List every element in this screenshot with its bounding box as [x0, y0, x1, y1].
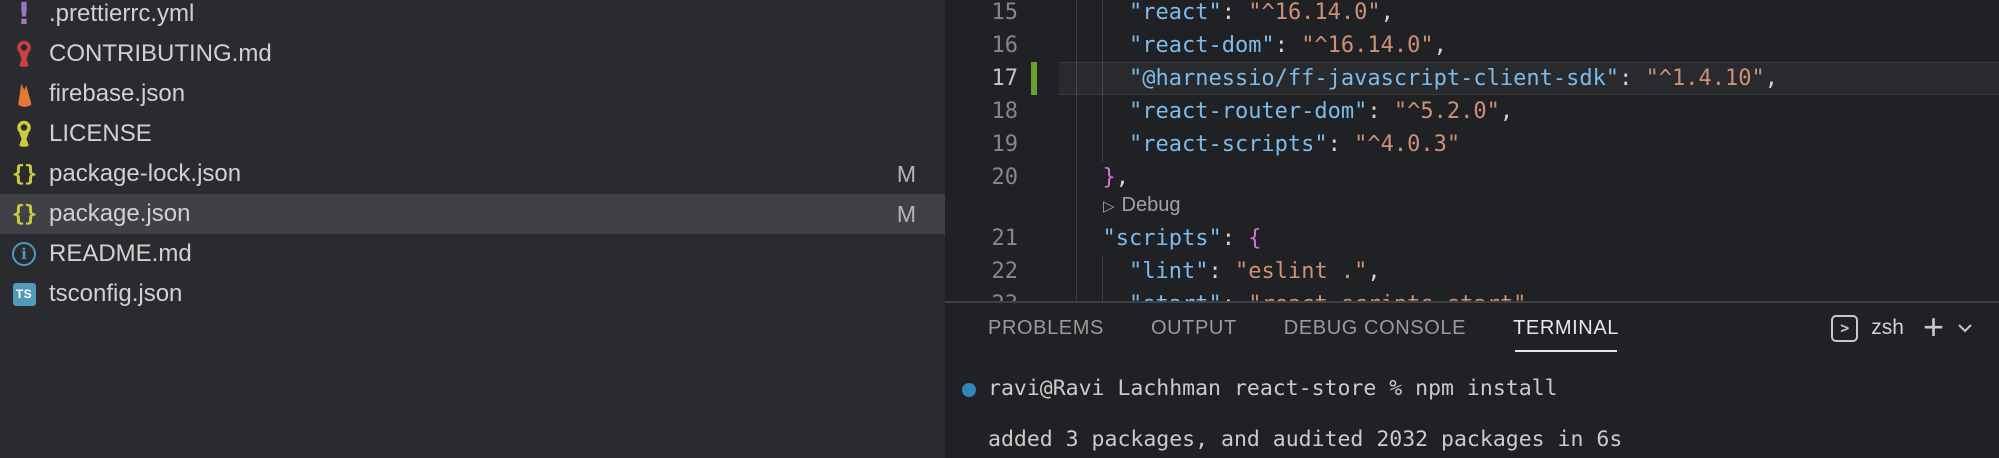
tab-output[interactable]: OUTPUT: [1151, 303, 1237, 353]
file-row--prettierrc-yml[interactable]: ! .prettierrc.yml: [0, 0, 945, 34]
line-number: 18: [945, 95, 1018, 128]
flame-icon: [12, 80, 36, 108]
gutter-change-bar[interactable]: [1031, 62, 1037, 95]
codelens-label: Debug: [1122, 194, 1181, 216]
code-line-20[interactable]: 20 },: [945, 161, 1999, 194]
line-number: 17: [945, 62, 1018, 95]
file-icon-cell: [9, 39, 39, 69]
panel-header: PROBLEMS OUTPUT DEBUG CONSOLE TERMINAL > zs…: [945, 303, 1999, 353]
line-number: 15: [945, 0, 1018, 29]
shell-label[interactable]: zsh: [1871, 316, 1904, 340]
terminal-panel: PROBLEMS OUTPUT DEBUG CONSOLE TERMINAL > zs…: [945, 301, 1999, 458]
tab-terminal[interactable]: TERMINAL: [1513, 303, 1619, 353]
code-line-18[interactable]: 18 "react-router-dom": "^5.2.0",: [945, 95, 1999, 128]
file-label: README.md: [49, 240, 192, 268]
code-editor[interactable]: 15 "react": "^16.14.0",16 "react-dom": "…: [945, 0, 1999, 301]
panel-tabs: PROBLEMS OUTPUT DEBUG CONSOLE TERMINAL: [988, 303, 1619, 353]
play-icon: ▷: [1103, 198, 1115, 215]
code-line-17[interactable]: 17 "@harnessio/ff-javascript-client-sdk"…: [945, 62, 1999, 95]
code-line-19[interactable]: 19 "react-scripts": "^4.0.3": [945, 128, 1999, 161]
terminal-line: added 3 packages, and audited 2032 packa…: [988, 427, 1622, 455]
file-row-package-lock-json[interactable]: {} package-lock.json M: [0, 154, 945, 194]
code-line-22[interactable]: 22 "lint": "eslint .",: [945, 255, 1999, 288]
code-line-16[interactable]: 16 "react-dom": "^16.14.0",: [945, 29, 1999, 62]
file-row-license[interactable]: LICENSE: [0, 114, 945, 154]
command-decoration-dot[interactable]: [962, 383, 976, 397]
file-icon-cell: i: [9, 239, 39, 269]
line-number: 21: [945, 222, 1018, 255]
line-number: 20: [945, 161, 1018, 194]
code-text: },: [1076, 161, 1129, 194]
braces-icon: {}: [12, 162, 37, 187]
file-icon-cell: !: [9, 0, 39, 29]
code-text: "start": "react-scripts start",: [1076, 288, 1540, 301]
new-terminal-button[interactable]: +: [1923, 315, 1944, 339]
tab-problems[interactable]: PROBLEMS: [988, 303, 1104, 353]
file-row-package-json[interactable]: {} package.json M: [0, 194, 945, 234]
line-number: 19: [945, 128, 1018, 161]
explorer-sidebar: ! .prettierrc.yml CONTRIBUTING.md firebase.…: [0, 0, 945, 458]
file-label: firebase.json: [49, 80, 185, 108]
code-text: "@harnessio/ff-javascript-client-sdk": "…: [1076, 62, 1778, 95]
file-icon-cell: {}: [9, 159, 39, 189]
prettier-icon: !: [17, 0, 31, 32]
code-line-21[interactable]: 21 "scripts": {: [945, 222, 1999, 255]
code-text: "react-router-dom": "^5.2.0",: [1076, 95, 1513, 128]
code-text: "scripts": {: [1076, 222, 1261, 255]
code-line-23[interactable]: 23 "start": "react-scripts start",: [945, 288, 1999, 301]
file-row-readme-md[interactable]: i README.md: [0, 234, 945, 274]
file-row-contributing-md[interactable]: CONTRIBUTING.md: [0, 34, 945, 74]
terminal-icon: >: [1831, 315, 1858, 342]
file-label: CONTRIBUTING.md: [49, 40, 272, 68]
debug-codelens[interactable]: ▷ Debug: [1103, 194, 1180, 222]
file-icon-cell: [9, 79, 39, 109]
braces-icon: {}: [12, 202, 37, 227]
file-row-firebase-json[interactable]: firebase.json: [0, 74, 945, 114]
terminal-line: ravi@Ravi Lachhman react-store % npm ins…: [988, 376, 1558, 404]
file-icon-cell: [9, 119, 39, 149]
terminal-output: ravi@Ravi Lachhman react-store % npm ins…: [945, 353, 1999, 458]
tab-debug-console[interactable]: DEBUG CONSOLE: [1284, 303, 1466, 353]
git-modified-badge: M: [897, 201, 916, 228]
line-number: 22: [945, 255, 1018, 288]
code-text: "react-scripts": "^4.0.3": [1076, 128, 1460, 161]
chevron-down-icon[interactable]: [1957, 323, 1973, 333]
code-text: "react-dom": "^16.14.0",: [1076, 29, 1447, 62]
git-modified-badge: M: [897, 161, 916, 188]
file-label: package-lock.json: [49, 160, 241, 188]
ribbon-red-icon: [12, 40, 36, 68]
file-icon-cell: TS: [9, 279, 39, 309]
line-number: 16: [945, 29, 1018, 62]
code-text: "lint": "eslint .",: [1076, 255, 1381, 288]
file-label: .prettierrc.yml: [49, 0, 194, 28]
ts-icon: TS: [13, 283, 36, 306]
line-number: 23: [945, 288, 1018, 301]
file-label: tsconfig.json: [49, 280, 182, 308]
code-line-15[interactable]: 15 "react": "^16.14.0",: [945, 0, 1999, 29]
file-label: LICENSE: [49, 120, 152, 148]
info-icon: i: [12, 242, 36, 266]
file-row-tsconfig-json[interactable]: TS tsconfig.json: [0, 274, 945, 314]
code-text: "react": "^16.14.0",: [1076, 0, 1394, 29]
panel-actions: > zsh +: [1831, 315, 1973, 342]
file-label: package.json: [49, 200, 190, 228]
file-icon-cell: {}: [9, 199, 39, 229]
ribbon-yellow-icon: [12, 120, 36, 148]
